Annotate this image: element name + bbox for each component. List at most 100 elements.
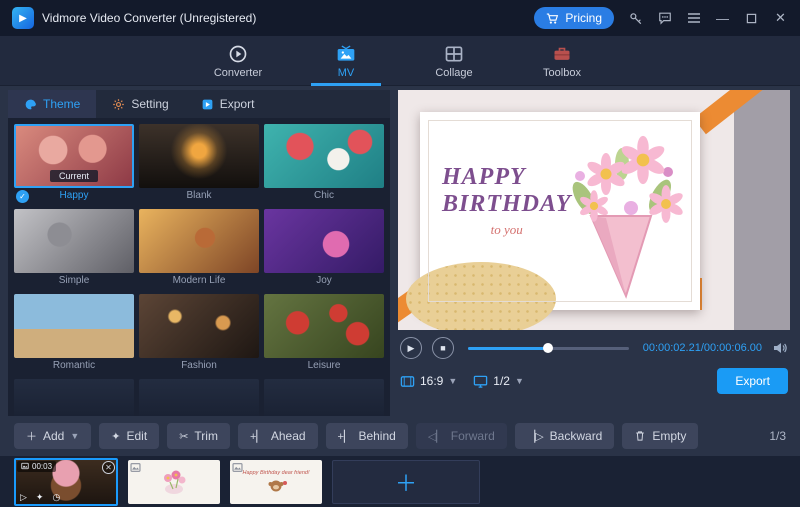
theme-item-leisure[interactable]: Leisure: [264, 294, 384, 374]
move-backward-icon: ▕▷: [526, 430, 544, 443]
edit-label: Edit: [126, 429, 148, 443]
tab-toolbox[interactable]: Toolbox: [523, 36, 601, 86]
timeline-clip-2[interactable]: [128, 459, 220, 504]
plus-icon: ＋: [26, 431, 37, 443]
feedback-icon[interactable]: [657, 11, 672, 26]
trash-icon: [634, 430, 646, 442]
theme-icon: [24, 98, 37, 111]
maximize-icon[interactable]: [744, 11, 759, 26]
tab-converter[interactable]: Converter: [199, 36, 277, 86]
edit-toolbar: ＋ Add ▼ ✦ Edit ✂ Trim +▏ Ahead +▏ Behind…: [0, 420, 800, 452]
theme-item[interactable]: [264, 379, 384, 416]
theme-item[interactable]: [14, 379, 134, 416]
insert-ahead-icon: +▏: [249, 430, 265, 443]
edit-button[interactable]: ✦ Edit: [99, 423, 160, 449]
theme-item-blank[interactable]: Blank: [139, 124, 259, 204]
image-icon: [21, 462, 29, 470]
theme-item-simple[interactable]: Simple: [14, 209, 134, 289]
empty-label: Empty: [652, 429, 687, 443]
player-controls: ▶ ■ 00:00:02.21/00:00:06.00: [400, 336, 788, 360]
register-key-icon[interactable]: [628, 11, 643, 26]
remove-clip-icon[interactable]: ✕: [102, 460, 115, 474]
toolbox-icon: [552, 44, 572, 64]
theme-thumbnail: [139, 124, 259, 188]
add-label: Add: [43, 429, 65, 443]
theme-thumbnail: [139, 294, 259, 358]
clip-counter: 1/3: [769, 429, 786, 443]
theme-label: Happy: [59, 190, 89, 201]
menu-icon[interactable]: [686, 11, 701, 26]
ahead-label: Ahead: [270, 429, 306, 443]
card-arm-illustration: [406, 262, 556, 330]
behind-button[interactable]: +▏ Behind: [325, 423, 408, 449]
theme-thumbnail: [139, 209, 259, 273]
volume-icon[interactable]: [772, 340, 788, 356]
theme-item-joy[interactable]: Joy: [264, 209, 384, 289]
plus-icon: ＋: [394, 470, 417, 496]
theme-item-happy[interactable]: Current ✓ Happy: [14, 124, 134, 204]
add-button[interactable]: ＋ Add ▼: [14, 423, 92, 449]
trim-button[interactable]: ✂ Trim: [167, 423, 230, 449]
converter-icon: [228, 44, 248, 64]
backward-button[interactable]: ▕▷ Backward: [514, 423, 615, 449]
window-title: Vidmore Video Converter (Unregistered): [42, 11, 257, 25]
theme-item-chic[interactable]: Chic: [264, 124, 384, 204]
tab-collage[interactable]: Collage: [415, 36, 493, 86]
theme-item[interactable]: [139, 379, 259, 416]
birthday-card: HAPPY BIRTHDAY to you: [406, 112, 700, 330]
aspect-ratio-dropdown[interactable]: 16:9 ▼: [400, 374, 457, 389]
clip-play-icon[interactable]: ▷: [20, 492, 27, 503]
export-icon: [201, 98, 214, 111]
add-clip-tile[interactable]: ＋: [332, 459, 480, 504]
tab-collage-label: Collage: [435, 66, 473, 79]
screen-page-dropdown[interactable]: 1/2 ▼: [473, 374, 524, 389]
theme-thumbnail: [14, 379, 134, 416]
theme-thumbnail: [14, 294, 134, 358]
aspect-ratio-value: 16:9: [420, 374, 444, 388]
titlebar: ▶ Vidmore Video Converter (Unregistered)…: [0, 0, 800, 36]
image-icon: [130, 462, 141, 473]
tab-setting[interactable]: Setting: [96, 90, 184, 118]
app-logo-icon: ▶: [12, 7, 34, 29]
forward-label: Forward: [450, 429, 495, 443]
empty-button[interactable]: Empty: [622, 423, 699, 449]
insert-behind-icon: +▏: [337, 430, 353, 443]
tab-export-label: Export: [219, 97, 255, 111]
minimize-icon[interactable]: —: [715, 11, 730, 26]
theme-panel: Theme Setting Export Current ✓ Happy Bla…: [8, 90, 390, 416]
close-icon[interactable]: ✕: [773, 10, 788, 26]
tab-mv[interactable]: MV: [307, 36, 385, 86]
theme-thumbnail: Current: [14, 124, 134, 188]
tab-export[interactable]: Export: [185, 90, 271, 118]
pricing-label: Pricing: [565, 11, 602, 25]
monkey-thumbnail: [268, 480, 287, 492]
timeline-clip-1[interactable]: 00:03 ✕ ▷ ✦ ◷: [14, 457, 118, 506]
clip-duration-icon[interactable]: ◷: [52, 492, 60, 503]
theme-item-romantic[interactable]: Romantic: [14, 294, 134, 374]
theme-thumbnail: [264, 124, 384, 188]
time-display: 00:00:02.21/00:00:06.00: [642, 342, 762, 354]
ahead-button[interactable]: +▏ Ahead: [237, 423, 318, 449]
theme-grid: Current ✓ Happy Blank Chic Simple Modern…: [8, 118, 390, 416]
stop-button[interactable]: ■: [432, 337, 454, 359]
theme-item-modern-life[interactable]: Modern Life: [139, 209, 259, 289]
chevron-down-icon: ▼: [448, 376, 458, 386]
cart-icon: [546, 12, 559, 25]
theme-thumbnail: [264, 209, 384, 273]
forward-button[interactable]: ◁▏ Forward: [415, 423, 507, 449]
theme-thumbnail: [264, 379, 384, 416]
tab-theme[interactable]: Theme: [8, 90, 97, 118]
clip-edit-icon[interactable]: ✦: [36, 492, 44, 503]
progress-slider[interactable]: [468, 343, 629, 353]
theme-item-fashion[interactable]: Fashion: [139, 294, 259, 374]
theme-panel-tabs: Theme Setting Export: [8, 90, 390, 118]
export-button[interactable]: Export: [717, 368, 788, 394]
theme-thumbnail: [264, 294, 384, 358]
timeline-clip-3[interactable]: Happy Birthday dear friend!: [230, 459, 322, 504]
theme-label: Fashion: [181, 360, 217, 371]
pricing-button[interactable]: Pricing: [534, 7, 614, 29]
play-button[interactable]: ▶: [400, 337, 422, 359]
theme-thumbnail: [139, 379, 259, 416]
preview-panel: HAPPY BIRTHDAY to you ▶ ■ 00:00:02.21/00…: [398, 90, 790, 416]
progress-knob[interactable]: [543, 343, 554, 353]
